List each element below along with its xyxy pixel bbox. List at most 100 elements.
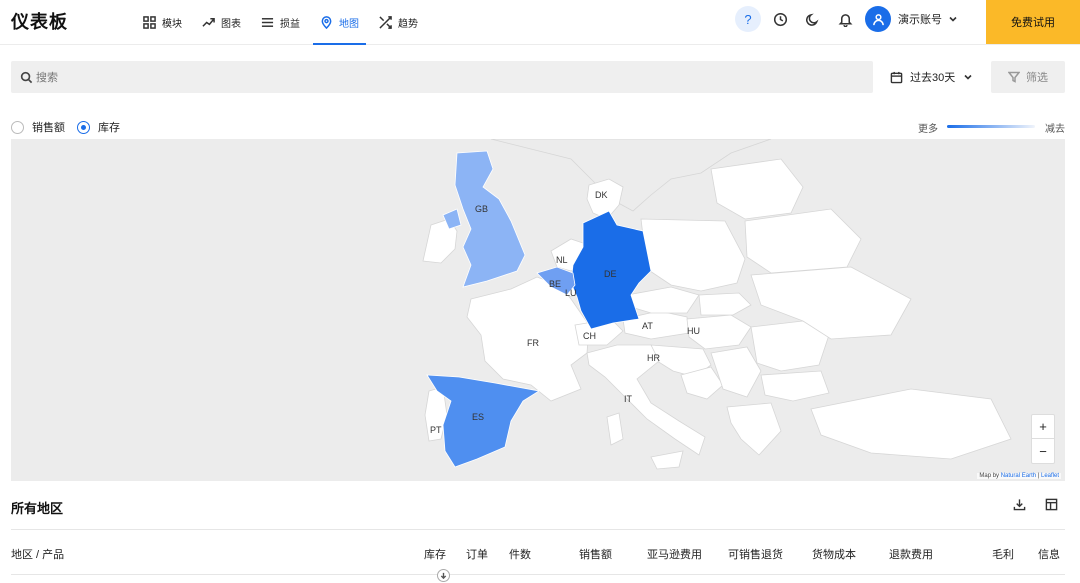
notifications-button[interactable] [836,10,854,28]
radio-sales-label: 销售额 [32,122,65,134]
filter-label: 筛选 [1026,72,1048,84]
europe-map[interactable]: GB DK NL DE BE LU FR CH AT HU HR IT ES P… [11,139,1065,481]
radio-sales-circle [11,120,24,134]
country-gb [454,150,526,288]
label-lu: LU [565,288,577,298]
divider [11,529,1065,530]
bell-icon [838,13,852,27]
user-icon [872,13,884,25]
download-button[interactable] [1013,498,1027,512]
radio-inventory-circle [77,120,90,134]
date-range-label: 过去30天 [910,72,956,84]
grid-icon [143,16,156,29]
radio-sales[interactable]: 销售额 [11,119,65,135]
country-cz [626,286,700,314]
label-de: DE [604,269,617,279]
country-bg [760,370,830,402]
label-gb: GB [475,204,488,214]
column-header-gross-profit[interactable]: 毛利 [992,546,1014,562]
map-metric-toggle: 销售额 库存 [11,119,132,135]
label-hu: HU [687,326,700,336]
column-header-sales[interactable]: 销售额 [579,546,612,562]
column-header-refund-fees[interactable]: 退款费用 [889,546,933,562]
tab-map-label: 地图 [339,19,359,30]
search-placeholder: 搜索 [36,72,58,84]
tab-trends[interactable]: 趋势 [372,0,425,45]
avatar [865,6,891,32]
filter-icon [1008,71,1020,83]
download-icon [1013,499,1026,511]
legend-less-label: 减去 [1045,124,1065,135]
tab-modules[interactable]: 模块 [136,0,189,45]
zoom-out-button[interactable]: − [1032,439,1054,463]
chevron-down-icon [949,16,957,22]
label-fr: FR [527,338,539,348]
top-navigation-bar: 仪表板 模块 图表 损益 地图 趋势 ? 演示账号 免费试用 [0,0,1080,45]
country-tr [810,388,1012,460]
column-header-region[interactable]: 地区 / 产品 [11,546,64,562]
column-header-inventory[interactable]: 库存 [424,546,446,562]
clock-icon [773,12,787,26]
dashboard-page: 仪表板 模块 图表 损益 地图 趋势 ? 演示账号 免费试用 搜索 过去30天 … [0,0,1080,583]
country-gr [726,402,782,456]
label-dk: DK [595,190,608,200]
country-sardinia [606,412,624,446]
tab-map[interactable]: 地图 [313,0,366,45]
legend-gradient-bar [947,125,1035,128]
label-nl: NL [556,255,568,265]
list-icon [261,18,274,27]
account-menu[interactable]: 演示账号 [865,6,958,32]
tab-profit-loss[interactable]: 损益 [254,0,307,45]
attribution-separator: | [1037,473,1040,479]
moon-icon [805,13,819,26]
tab-modules-label: 模块 [162,19,182,30]
legend-more-label: 更多 [918,124,938,135]
radio-inventory[interactable]: 库存 [77,119,120,135]
chevron-down-icon [964,74,972,80]
label-at: AT [642,321,653,331]
history-button[interactable] [771,10,789,28]
map-legend: 更多 减去 [918,120,1065,135]
country-sicily [650,450,684,470]
table-columns-icon [1045,498,1058,511]
filter-button[interactable]: 筛选 [991,61,1065,93]
column-header-orders[interactable]: 订单 [466,546,488,562]
shuffle-icon [379,16,392,29]
map-svg: GB DK NL DE BE LU FR CH AT HU HR IT ES P… [422,139,1012,470]
columns-button[interactable] [1045,498,1059,512]
column-header-cogs[interactable]: 货物成本 [812,546,856,562]
free-trial-button[interactable]: 免费试用 [986,0,1080,44]
section-title: 所有地区 [11,501,64,516]
zoom-in-button[interactable]: + [1032,415,1054,439]
country-by [744,208,862,274]
tab-trends-label: 趋势 [398,19,418,30]
country-rs [710,346,762,398]
help-button[interactable]: ? [735,6,761,32]
search-input[interactable]: 搜索 [11,61,873,93]
label-hr: HR [647,353,660,363]
app-title: 仪表板 [11,12,68,32]
date-range-select[interactable]: 过去30天 [890,61,973,93]
tab-charts[interactable]: 图表 [195,0,248,45]
divider [11,574,1065,575]
column-header-sellable-returns[interactable]: 可销售退货 [728,546,783,562]
label-es: ES [472,412,484,422]
label-it: IT [624,394,633,404]
calendar-icon [890,71,903,83]
leaflet-link[interactable]: Leaflet [1041,473,1059,479]
tab-profit-loss-label: 损益 [280,19,300,30]
label-be: BE [549,279,561,289]
column-header-units[interactable]: 件数 [509,546,531,562]
dark-mode-button[interactable] [803,10,821,28]
trend-icon [202,18,215,27]
zoom-control: + − [1031,414,1055,464]
radio-inventory-label: 库存 [98,122,120,134]
map-attribution: Map by Natural Earth | Leaflet [977,473,1061,479]
arrow-down-icon [440,572,447,579]
column-header-amazon-fees[interactable]: 亚马逊费用 [647,546,702,562]
search-icon [20,71,33,83]
tab-charts-label: 图表 [221,19,241,30]
natural-earth-link[interactable]: Natural Earth [1001,473,1036,479]
column-header-info[interactable]: 信息 [1038,546,1060,562]
sort-indicator[interactable] [437,569,450,582]
